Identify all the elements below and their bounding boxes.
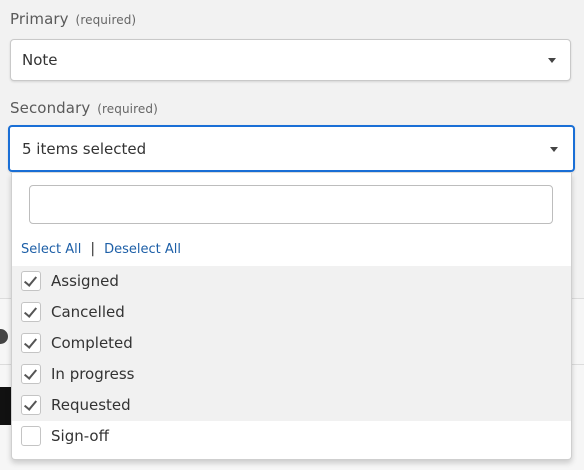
option-label: Requested [51,396,131,414]
secondary-select[interactable]: 5 items selected [8,125,575,172]
check-icon [23,397,38,411]
option-checkbox[interactable] [21,333,41,353]
caret-down-icon[interactable] [548,58,556,63]
option-list: Assigned Cancelled Completed In progress… [12,266,571,452]
check-icon [23,304,38,318]
primary-label: Primary (required) [10,10,136,28]
primary-select-value: Note [22,51,58,69]
secondary-select-value: 5 items selected [22,140,147,158]
primary-required-note: (required) [75,13,137,27]
check-icon [23,335,38,349]
option-label: Assigned [51,272,119,290]
bulk-actions: Select All | Deselect All [21,241,181,257]
check-icon [23,273,38,287]
option-checkbox[interactable] [21,426,41,446]
caret-down-icon[interactable] [550,147,558,152]
option-checkbox[interactable] [21,302,41,322]
option-label: In progress [51,365,135,383]
option-label: Cancelled [51,303,125,321]
option-completed[interactable]: Completed [12,328,571,359]
secondary-required-note: (required) [97,102,158,116]
check-icon [23,366,38,380]
dropdown-search-input[interactable] [29,185,553,224]
option-label: Completed [51,334,133,352]
bulk-actions-separator: | [90,241,96,257]
option-checkbox[interactable] [21,364,41,384]
deselect-all-link[interactable]: Deselect All [104,242,181,257]
option-checkbox[interactable] [21,395,41,415]
primary-label-text: Primary [10,10,69,28]
secondary-dropdown-panel: Select All | Deselect All Assigned Cance… [11,173,572,460]
option-label: Sign-off [51,427,109,445]
select-all-link[interactable]: Select All [21,242,81,257]
secondary-label: Secondary (required) [10,99,158,117]
primary-select[interactable]: Note [10,39,571,81]
option-requested[interactable]: Requested [12,390,571,421]
option-in-progress[interactable]: In progress [12,359,571,390]
secondary-label-text: Secondary [10,99,91,117]
option-assigned[interactable]: Assigned [12,266,571,297]
option-checkbox[interactable] [21,271,41,291]
option-cancelled[interactable]: Cancelled [12,297,571,328]
option-sign-off[interactable]: Sign-off [12,421,571,452]
